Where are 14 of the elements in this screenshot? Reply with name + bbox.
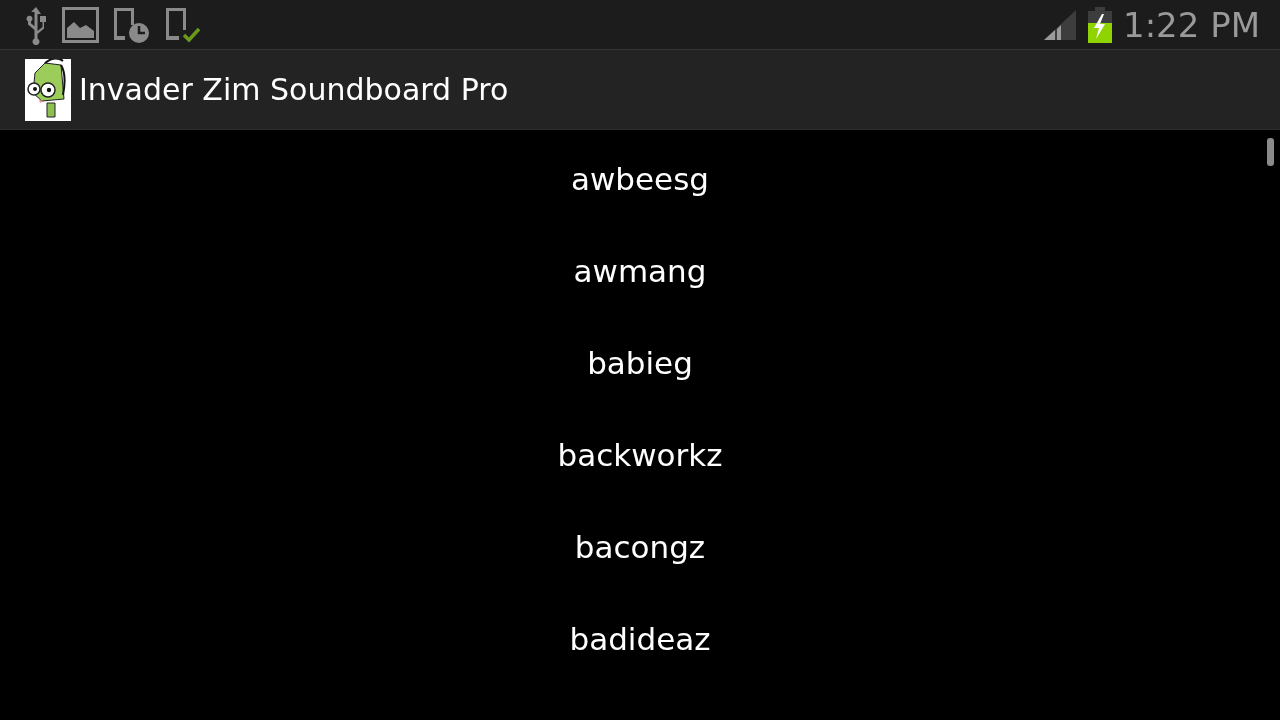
app-title: Invader Zim Soundboard Pro xyxy=(79,72,509,107)
sound-list-item[interactable]: babieg xyxy=(577,345,703,381)
sound-list-item[interactable]: backworkz xyxy=(547,437,733,473)
clock-time: 1:22 PM xyxy=(1123,4,1260,45)
sound-list-item[interactable]: bacongz xyxy=(564,529,716,565)
image-icon xyxy=(62,6,99,43)
sound-list-item[interactable]: awbeesg xyxy=(561,161,719,197)
sound-list-item[interactable]: badideaz xyxy=(559,621,721,657)
app-icon xyxy=(25,58,71,121)
signal-icon xyxy=(1043,8,1077,41)
phone-clock-icon xyxy=(111,5,151,44)
sound-list-item[interactable]: awmang xyxy=(563,253,717,289)
scrollbar-thumb[interactable] xyxy=(1267,138,1274,166)
phone-check-icon xyxy=(163,5,203,44)
